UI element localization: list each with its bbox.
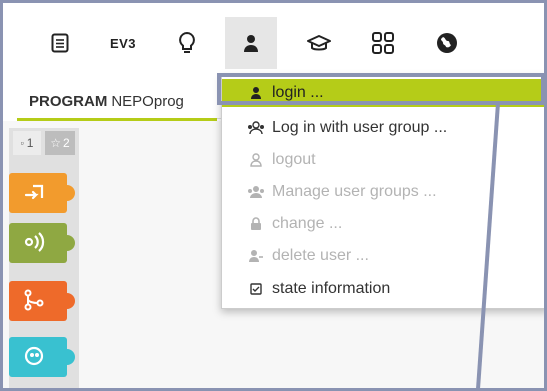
user-icon: [244, 35, 258, 52]
user-group-icon: [246, 121, 266, 135]
category-control[interactable]: [9, 281, 75, 321]
menu-item-label: Log in with user group ...: [272, 119, 448, 136]
app-window: EV3 PROGRAM NEPOprog ▫ 1 ☆ 2 login ... L…: [0, 0, 547, 391]
checkbox-icon: [246, 283, 266, 295]
tab-program[interactable]: PROGRAM NEPOprog: [17, 85, 217, 121]
lightbulb-icon[interactable]: [161, 17, 213, 69]
program-name: NEPOprog: [111, 93, 184, 110]
user-outline-icon: [246, 153, 266, 167]
menu-item-label: Manage user groups ...: [272, 183, 437, 200]
menu-item-logout: logout: [222, 145, 544, 175]
robot-head-icon: [24, 346, 44, 366]
level-1-button[interactable]: ▫ 1: [13, 131, 41, 155]
graduation-cap-icon[interactable]: [293, 17, 345, 69]
category-sensors[interactable]: [9, 223, 75, 263]
globe-icon[interactable]: [421, 17, 473, 69]
callout-highlight-box: [217, 73, 544, 105]
menu-item-delete-user: delete user ...: [222, 241, 544, 271]
menu-item-manage-groups: Manage user groups ...: [222, 177, 544, 207]
control-flow-icon: [24, 289, 44, 311]
grid-icon[interactable]: [357, 17, 409, 69]
user-menu-button[interactable]: [225, 17, 277, 69]
users-icon: [246, 185, 266, 199]
menu-item-label: change ...: [272, 215, 343, 232]
action-icon: [24, 184, 44, 200]
menu-item-label: delete user ...: [272, 247, 369, 264]
ev3-icon[interactable]: EV3: [97, 17, 149, 69]
level-2-label: 2: [63, 136, 70, 150]
menu-item-label: state information: [272, 280, 391, 297]
category-action[interactable]: [9, 173, 75, 213]
level-1-label: 1: [26, 136, 34, 150]
user-minus-icon: [246, 249, 266, 263]
category-robot[interactable]: [9, 337, 75, 377]
menu-item-state-information[interactable]: state information: [222, 274, 544, 304]
document-icon[interactable]: [34, 17, 86, 69]
sensor-wave-icon: [24, 232, 45, 252]
menu-item-label: logout: [272, 151, 316, 168]
menu-item-change: change ...: [222, 209, 544, 239]
lock-icon: [246, 217, 266, 231]
tab-program-label: PROGRAM: [29, 93, 108, 110]
ev3-label: EV3: [109, 35, 137, 51]
level-2-button[interactable]: ☆ 2: [45, 131, 75, 155]
